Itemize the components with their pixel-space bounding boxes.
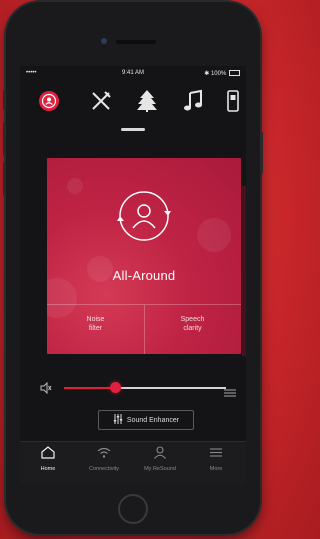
program-nav bbox=[20, 84, 246, 118]
equalizer-icon[interactable] bbox=[224, 384, 236, 402]
power-button bbox=[260, 132, 263, 174]
program-icon[interactable] bbox=[36, 88, 62, 114]
volume-control bbox=[20, 378, 246, 398]
bokeh-decoration bbox=[67, 178, 83, 194]
volume-fill bbox=[64, 387, 116, 389]
mute-switch bbox=[3, 90, 6, 110]
menu-icon bbox=[210, 448, 222, 457]
tab-connectivity[interactable]: Connectivity bbox=[76, 446, 132, 472]
phone-frame: ••••• 9:41 AM ✱ 100% All-Around Noise fi… bbox=[3, 2, 263, 534]
tab-my-resound[interactable]: My ReSound bbox=[132, 446, 188, 472]
home-icon bbox=[41, 446, 55, 459]
volume-down-button bbox=[3, 162, 6, 196]
tab-home-label: Home bbox=[40, 466, 56, 472]
battery-level: 100% bbox=[210, 71, 227, 77]
home-button bbox=[118, 494, 148, 524]
speech-clarity-button[interactable]: Speech clarity bbox=[144, 315, 241, 333]
earpiece-speaker bbox=[116, 40, 156, 44]
person-icon bbox=[154, 446, 166, 459]
tab-home[interactable]: Home bbox=[20, 446, 76, 472]
phone-streamer-icon[interactable] bbox=[220, 88, 246, 114]
status-bar: ••••• 9:41 AM ✱ 100% bbox=[20, 68, 246, 80]
battery-icon bbox=[229, 70, 240, 77]
program-card[interactable]: All-Around Noise filter Speech clarity bbox=[47, 158, 241, 354]
volume-slider-knob[interactable] bbox=[110, 382, 122, 393]
bokeh-decoration bbox=[197, 218, 231, 252]
battery-indicator: ✱ 100% bbox=[204, 70, 240, 77]
tab-more[interactable]: More bbox=[188, 446, 244, 472]
tab-my-resound-label: My ReSound bbox=[144, 466, 176, 472]
volume-up-button bbox=[3, 122, 6, 156]
person-cycle-icon bbox=[114, 186, 174, 251]
bluetooth-icon: ✱ bbox=[204, 71, 210, 77]
tab-connectivity-label: Connectivity bbox=[89, 466, 119, 472]
program-options: Noise filter Speech clarity bbox=[47, 304, 241, 354]
program-name: All-Around bbox=[112, 268, 176, 283]
program-scrollbar[interactable] bbox=[242, 186, 246, 356]
speaker-mute-icon[interactable] bbox=[40, 381, 52, 399]
restaurant-icon[interactable] bbox=[88, 88, 114, 114]
music-icon[interactable] bbox=[180, 88, 206, 114]
tab-more-label: More bbox=[209, 466, 223, 472]
front-camera bbox=[101, 38, 107, 44]
sound-enhancer-label: Sound Enhancer bbox=[126, 416, 180, 424]
wifi-icon bbox=[97, 447, 111, 458]
drawer-handle[interactable] bbox=[121, 128, 145, 131]
sound-enhancer-button[interactable]: Sound Enhancer bbox=[98, 410, 194, 430]
sliders-icon bbox=[113, 414, 123, 426]
outdoor-tree-icon[interactable] bbox=[134, 88, 160, 114]
app-screen: ••••• 9:41 AM ✱ 100% All-Around Noise fi… bbox=[20, 66, 246, 484]
noise-filter-button[interactable]: Noise filter bbox=[47, 315, 144, 333]
tab-bar: Home Connectivity My ReSound More bbox=[20, 441, 246, 484]
